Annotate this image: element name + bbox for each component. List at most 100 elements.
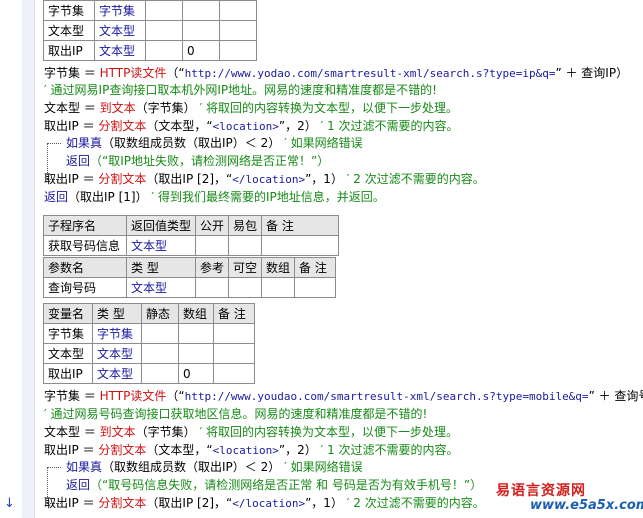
inline-comment: ′ 2 次过滤不需要的内容。 xyxy=(342,172,485,186)
return-keyword: 返回 xyxy=(44,190,69,204)
code-line[interactable]: 返回（取出IP [1]） ′ 得到我们最终需要的IP地址信息，并返回。 xyxy=(44,189,385,206)
watermark-title: 易语言资源网 xyxy=(496,483,586,499)
var-note-cell[interactable] xyxy=(219,40,257,61)
code-line[interactable]: 返回（“取号码信息失败，请检测网络是否正常 和 号码是否为有效手机号！”） xyxy=(66,477,482,494)
url-string: http://www.yodao.com/smartresult-xml/sea… xyxy=(184,67,556,80)
code-text: （取出IP [2]，“ xyxy=(146,496,233,510)
table-row[interactable]: 字节集 字节集 xyxy=(43,0,257,21)
var-static-cell[interactable] xyxy=(141,363,179,384)
var-type-cell[interactable]: 文本型 xyxy=(92,343,142,364)
column-header: 备 注 xyxy=(261,215,340,236)
param-array-cell[interactable] xyxy=(261,277,296,298)
var-array-cell[interactable] xyxy=(178,343,214,364)
var-name-cell[interactable]: 文本型 xyxy=(43,20,95,41)
var-type-cell[interactable]: 文本型 xyxy=(94,20,146,41)
return-keyword: 返回 xyxy=(66,154,91,168)
table-row[interactable]: 文本型 文本型 xyxy=(43,343,255,364)
column-header: 参考 xyxy=(194,257,230,278)
var-array-cell[interactable]: 0 xyxy=(178,363,214,384)
var-name-cell[interactable]: 字节集 xyxy=(43,323,93,344)
subroutine-name-cell[interactable]: 获取号码信息 xyxy=(43,235,127,256)
tag-string: <location> xyxy=(212,444,279,457)
var-note-cell[interactable] xyxy=(213,363,255,384)
code-text: ”，1） xyxy=(305,172,343,186)
var-note-cell[interactable] xyxy=(219,0,257,21)
code-line[interactable]: 文本型 ＝ 到文本（字节集） ′ 将取回的内容转换为文本型，以便下一步处理。 xyxy=(44,100,458,117)
public-cell[interactable] xyxy=(195,235,230,256)
param-name-cell[interactable]: 查询号码 xyxy=(43,277,127,298)
var-array-cell[interactable]: 0 xyxy=(182,40,220,61)
var-array-cell[interactable] xyxy=(182,0,220,21)
var-name-cell[interactable]: 取出IP xyxy=(43,40,95,61)
code-text: （字节集） xyxy=(135,425,196,439)
column-header: 备 注 xyxy=(213,303,255,324)
table-row[interactable]: 文本型 文本型 xyxy=(43,20,257,41)
table-row[interactable]: 取出IP 文本型 0 xyxy=(43,363,255,384)
var-static-cell[interactable] xyxy=(145,40,183,61)
column-header: 易包 xyxy=(228,215,263,236)
var-type-cell[interactable]: 字节集 xyxy=(94,0,146,21)
code-line[interactable]: 如果真（取数组成员数（取出IP）＜ 2） ′ 如果网络错误 xyxy=(66,459,363,476)
column-header: 参数名 xyxy=(43,257,127,278)
code-text: ”，2） xyxy=(278,443,317,457)
note-cell[interactable] xyxy=(261,235,340,256)
code-line[interactable]: 取出IP ＝ 分割文本（取出IP [2]，“</location>”，1） ′ … xyxy=(44,495,485,512)
gutter-bar xyxy=(22,0,35,518)
var-array-cell[interactable] xyxy=(182,20,220,41)
current-line-arrow-icon: ↓ xyxy=(4,496,15,511)
command-name: 到文本 xyxy=(99,101,136,115)
code-line[interactable]: 字节集 ＝ HTTP读文件（“http://www.youdao.com/sma… xyxy=(44,388,643,405)
assign-target: 文本型 ＝ xyxy=(44,101,100,115)
comment-line[interactable]: ′ 通过网易IP查询接口取本机外网IP地址。网易的速度和精准度都是不错的! xyxy=(44,82,437,99)
inline-comment: ′ 得到我们最终需要的IP地址信息，并返回。 xyxy=(147,190,385,204)
var-note-cell[interactable] xyxy=(213,343,255,364)
var-type-cell[interactable]: 文本型 xyxy=(92,363,142,384)
param-ref-cell[interactable] xyxy=(194,277,230,298)
subroutine-table: 子程序名 返回值类型 公开 易包 备 注 获取号码信息 文本型 xyxy=(43,215,340,256)
command-name: 到文本 xyxy=(99,425,136,439)
code-line[interactable]: 取出IP ＝ 分割文本（取出IP [2]，“</location>”，1） ′ … xyxy=(44,171,485,188)
code-line[interactable]: 如果真（取数组成员数（取出IP）＜ 2） ′ 如果网络错误 xyxy=(66,135,363,152)
var-static-cell[interactable] xyxy=(141,323,179,344)
code-line[interactable]: 取出IP ＝ 分割文本（文本型，“<location>”，2） ′ 1 次过滤不… xyxy=(44,118,459,135)
table-row[interactable]: 获取号码信息 文本型 xyxy=(43,235,340,256)
var-array-cell[interactable] xyxy=(178,323,214,344)
var-name-cell[interactable]: 文本型 xyxy=(43,343,93,364)
inline-comment: ′ 如果网络错误 xyxy=(280,460,363,474)
comment-line[interactable]: ′ 通过网易号码查询接口获取地区信息。网易的速度和精准度都是不错的! xyxy=(44,406,427,423)
tag-string: <location> xyxy=(212,120,279,133)
var-type-cell[interactable]: 字节集 xyxy=(92,323,142,344)
code-line[interactable]: 字节集 ＝ HTTP读文件（“http://www.yodao.com/smar… xyxy=(44,65,628,82)
var-static-cell[interactable] xyxy=(145,20,183,41)
var-note-cell[interactable] xyxy=(213,323,255,344)
table-header-row: 参数名 类 型 参考 可空 数组 备 注 xyxy=(43,257,337,278)
parameter-table: 参数名 类 型 参考 可空 数组 备 注 查询号码 文本型 xyxy=(43,257,337,298)
code-text: ”，1） xyxy=(305,496,343,510)
var-static-cell[interactable] xyxy=(141,343,179,364)
var-static-cell[interactable] xyxy=(145,0,183,21)
return-keyword: 返回 xyxy=(66,478,91,492)
column-header: 子程序名 xyxy=(43,215,127,236)
code-line[interactable]: 文本型 ＝ 到文本（字节集） ′ 将取回的内容转换为文本型，以便下一步处理。 xyxy=(44,424,458,441)
param-type-cell[interactable]: 文本型 xyxy=(126,277,196,298)
var-note-cell[interactable] xyxy=(219,20,257,41)
table-row[interactable]: 查询号码 文本型 xyxy=(43,277,337,298)
assign-target: 取出IP ＝ xyxy=(44,172,99,186)
param-nullable-cell[interactable] xyxy=(228,277,263,298)
column-header: 静态 xyxy=(141,303,179,324)
var-name-cell[interactable]: 字节集 xyxy=(43,0,95,21)
column-header: 数组 xyxy=(261,257,296,278)
table-row[interactable]: 取出IP 文本型 0 xyxy=(43,40,257,61)
package-cell[interactable] xyxy=(228,235,263,256)
var-type-cell[interactable]: 文本型 xyxy=(94,40,146,61)
code-text: （“ xyxy=(166,389,185,403)
code-line[interactable]: 返回（“取IP地址失败，请检测网络是否正常！”） xyxy=(66,153,329,170)
var-name-cell[interactable]: 取出IP xyxy=(43,363,93,384)
code-line[interactable]: 取出IP ＝ 分割文本（文本型，“<location>”，2） ′ 1 次过滤不… xyxy=(44,442,459,459)
local-var-table: 变量名 类 型 静态 数组 备 注 字节集 字节集 文本型 文本型 取出IP 文… xyxy=(43,303,255,384)
param-note-cell[interactable] xyxy=(294,277,337,298)
return-type-cell[interactable]: 文本型 xyxy=(125,235,197,256)
column-header: 返回值类型 xyxy=(125,215,197,236)
table-row[interactable]: 字节集 字节集 xyxy=(43,323,255,344)
column-header: 类 型 xyxy=(126,257,196,278)
